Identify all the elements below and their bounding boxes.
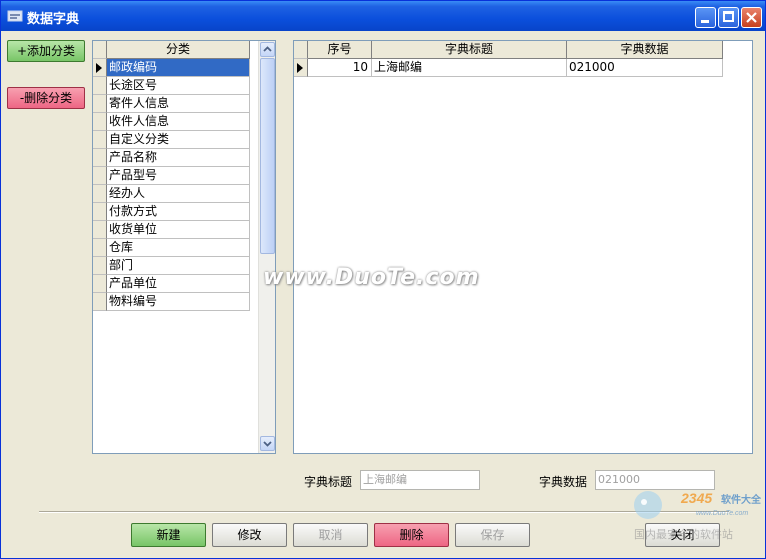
category-item[interactable]: 付款方式 — [107, 203, 250, 221]
row-indicator — [93, 149, 107, 167]
svg-text:国内最安全的软件站: 国内最安全的软件站 — [634, 527, 733, 541]
row-indicator — [93, 77, 107, 95]
svg-text:软件大全: 软件大全 — [721, 493, 762, 506]
close-window-button[interactable] — [741, 7, 762, 28]
category-item[interactable]: 长途区号 — [107, 77, 250, 95]
svg-text:2345: 2345 — [680, 490, 712, 506]
category-item[interactable]: 仓库 — [107, 239, 250, 257]
category-grid[interactable]: 分类 邮政编码 长途区号 寄件人信息 收件人信息 自定义分类 产品名称 产品型号 经办人 付款方… — [92, 40, 276, 454]
row-indicator — [93, 275, 107, 293]
delete-button[interactable]: 删除 — [374, 523, 449, 547]
row-indicator — [93, 131, 107, 149]
row-indicator — [93, 221, 107, 239]
category-item[interactable]: 产品型号 — [107, 167, 250, 185]
maximize-icon — [723, 11, 734, 22]
seq-cell[interactable]: 10 — [308, 59, 372, 77]
current-row-arrow-icon — [297, 63, 303, 73]
duote-logo: 2345 软件大全 www.DuoTe.com 国内最安全的软件站 — [634, 490, 762, 541]
category-item[interactable]: 产品单位 — [107, 275, 250, 293]
row-indicator — [93, 59, 107, 77]
category-item[interactable]: 部门 — [107, 257, 250, 275]
title-field-label: 字典标题 — [304, 475, 353, 489]
row-indicator — [93, 113, 107, 131]
delete-category-button[interactable]: -删除分类 — [7, 87, 85, 109]
row-indicator — [93, 203, 107, 221]
svg-text:www.DuoTe.com: www.DuoTe.com — [696, 510, 748, 517]
grid-corner — [93, 41, 107, 59]
category-column-header[interactable]: 分类 — [107, 41, 250, 59]
title-column-header[interactable]: 字典标题 — [372, 41, 567, 59]
category-item[interactable]: 自定义分类 — [107, 131, 250, 149]
row-indicator — [93, 95, 107, 113]
category-item[interactable]: 寄件人信息 — [107, 95, 250, 113]
watermark: www.DuoTe.com — [263, 265, 480, 290]
row-indicator — [93, 239, 107, 257]
title-bar[interactable]: 数据字典 — [1, 1, 765, 31]
grid-corner — [294, 41, 308, 59]
current-row-arrow-icon — [96, 63, 102, 73]
row-indicator — [93, 257, 107, 275]
category-item[interactable]: 邮政编码 — [107, 59, 250, 77]
category-item[interactable]: 收件人信息 — [107, 113, 250, 131]
category-item[interactable]: 物料编号 — [107, 293, 250, 311]
edit-button[interactable]: 修改 — [212, 523, 287, 547]
chevron-down-icon — [263, 441, 272, 447]
cancel-button[interactable]: 取消 — [293, 523, 368, 547]
category-scrollbar[interactable] — [258, 41, 275, 453]
main-window: 数据字典 +添加分类 -删除分类 分类 邮政编码 长途区号 寄件人信息 收件人信息 自定… — [0, 0, 766, 559]
scroll-up-button[interactable] — [260, 42, 275, 57]
chevron-up-icon — [263, 46, 272, 52]
data-column-header[interactable]: 字典数据 — [567, 41, 723, 59]
category-item[interactable]: 收货单位 — [107, 221, 250, 239]
window-title: 数据字典 — [27, 12, 80, 27]
data-field-label: 字典数据 — [539, 475, 588, 489]
row-indicator — [93, 185, 107, 203]
new-button[interactable]: 新建 — [131, 523, 206, 547]
minimize-button[interactable] — [695, 7, 716, 28]
minimize-icon — [701, 20, 709, 23]
row-indicator — [93, 293, 107, 311]
title-cell[interactable]: 上海邮编 — [372, 59, 567, 77]
category-item[interactable]: 经办人 — [107, 185, 250, 203]
title-field[interactable]: 上海邮编 — [360, 470, 480, 490]
add-category-button[interactable]: +添加分类 — [7, 40, 85, 62]
scroll-down-button[interactable] — [260, 436, 275, 451]
app-icon — [7, 10, 23, 22]
row-indicator — [294, 59, 308, 77]
save-button[interactable]: 保存 — [455, 523, 530, 547]
data-cell[interactable]: 021000 — [567, 59, 723, 77]
row-indicator — [93, 167, 107, 185]
category-item[interactable]: 产品名称 — [107, 149, 250, 167]
scroll-thumb[interactable] — [260, 58, 275, 254]
dictionary-grid[interactable]: 序号 字典标题 字典数据 10 上海邮编 021000 — [293, 40, 753, 454]
seq-column-header[interactable]: 序号 — [308, 41, 372, 59]
maximize-button[interactable] — [718, 7, 739, 28]
close-icon — [746, 12, 757, 23]
